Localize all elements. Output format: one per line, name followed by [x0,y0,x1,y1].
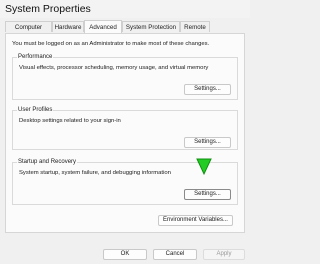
performance-description: Visual effects, processor scheduling, me… [19,65,209,71]
user-profiles-group: User Profiles Desktop settings related t… [12,107,238,150]
performance-settings-button[interactable]: Settings... [184,84,231,95]
title-bar: System Properties [0,0,250,18]
user-profiles-description: Desktop settings related to your sign-in [19,118,121,124]
dialog-footer: OK Cancel Apply [0,240,250,264]
tab-computer-name[interactable]: Computer Name [5,21,52,42]
apply-button[interactable]: Apply [203,249,245,260]
user-profiles-title: User Profiles [17,107,54,113]
startup-recovery-description: System startup, system failure, and debu… [19,170,171,176]
cancel-button[interactable]: Cancel [153,249,197,260]
ok-button[interactable]: OK [103,249,147,260]
performance-title: Performance [17,54,54,60]
admin-notice: You must be logged on as an Administrato… [12,41,210,47]
annotation-arrow-icon [196,158,212,176]
startup-recovery-settings-button[interactable]: Settings... [184,189,231,200]
performance-group: Performance Visual effects, processor sc… [12,54,238,100]
tab-strip: Computer Name Hardware Advanced System P… [5,20,245,42]
startup-recovery-title: Startup and Recovery [17,159,78,165]
tab-advanced[interactable]: Advanced [84,20,122,33]
window-title: System Properties [5,3,91,15]
user-profiles-settings-button[interactable]: Settings... [184,137,231,148]
tab-remote[interactable]: Remote [180,21,210,32]
environment-variables-button[interactable]: Environment Variables... [158,215,233,226]
tab-system-protection[interactable]: System Protection [122,21,180,32]
tab-hardware[interactable]: Hardware [52,21,84,32]
